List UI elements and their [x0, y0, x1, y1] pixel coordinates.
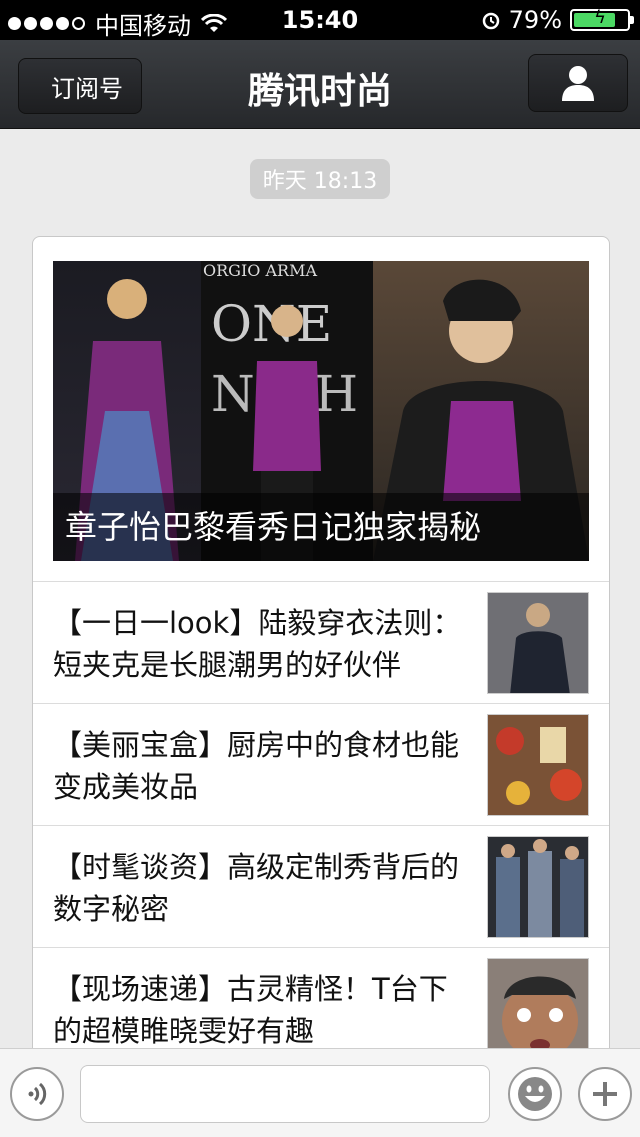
- message-input[interactable]: [80, 1065, 490, 1123]
- input-bar: [0, 1048, 640, 1137]
- hero-brand-text: ORGIO ARMA: [203, 261, 318, 280]
- article-title: 【美丽宝盒】厨房中的食材也能变成美妆品: [53, 728, 460, 804]
- article-title: 【时髦谈资】高级定制秀背后的数字秘密: [53, 850, 460, 926]
- alarm-icon: [482, 12, 499, 30]
- article-title: 【现场速递】古灵精怪！T台下的超模睢晓雯好有趣: [53, 972, 448, 1048]
- more-button[interactable]: [578, 1067, 632, 1121]
- news-card: ONE NIGH ORGIO ARMA 章子怡巴黎看秀日记独家揭秘 【一日一lo…: [32, 236, 610, 1068]
- article-row[interactable]: 【时髦谈资】高级定制秀背后的数字秘密: [33, 825, 609, 947]
- hero-article[interactable]: ONE NIGH ORGIO ARMA 章子怡巴黎看秀日记独家揭秘: [53, 261, 589, 561]
- article-row[interactable]: 【一日一look】陆毅穿衣法则：短夹克是长腿潮男的好伙伴: [33, 581, 609, 703]
- article-thumbnail: [487, 592, 589, 694]
- article-thumbnail: [487, 714, 589, 816]
- profile-button[interactable]: [528, 54, 628, 112]
- voice-button[interactable]: [10, 1067, 64, 1121]
- article-thumbnail: [487, 958, 589, 1060]
- emoji-button[interactable]: [508, 1067, 562, 1121]
- voice-icon: [28, 1082, 47, 1106]
- article-thumbnail: [487, 836, 589, 938]
- status-bar: 中国移动 15:40 79% ϟ: [0, 0, 640, 40]
- article-row[interactable]: 【美丽宝盒】厨房中的食材也能变成美妆品: [33, 703, 609, 825]
- plus-icon: [593, 1082, 617, 1106]
- hero-caption: 章子怡巴黎看秀日记独家揭秘: [53, 493, 589, 561]
- battery-icon: ϟ: [570, 7, 634, 31]
- article-title: 【一日一look】陆毅穿衣法则：短夹克是长腿潮男的好伙伴: [53, 606, 462, 682]
- navigation-bar: 订阅号 腾讯时尚: [0, 40, 640, 129]
- person-icon: [562, 66, 594, 101]
- emoji-icon: [518, 1077, 552, 1111]
- message-timestamp: 昨天 18:13: [250, 159, 390, 199]
- battery-percent: 79%: [508, 6, 562, 34]
